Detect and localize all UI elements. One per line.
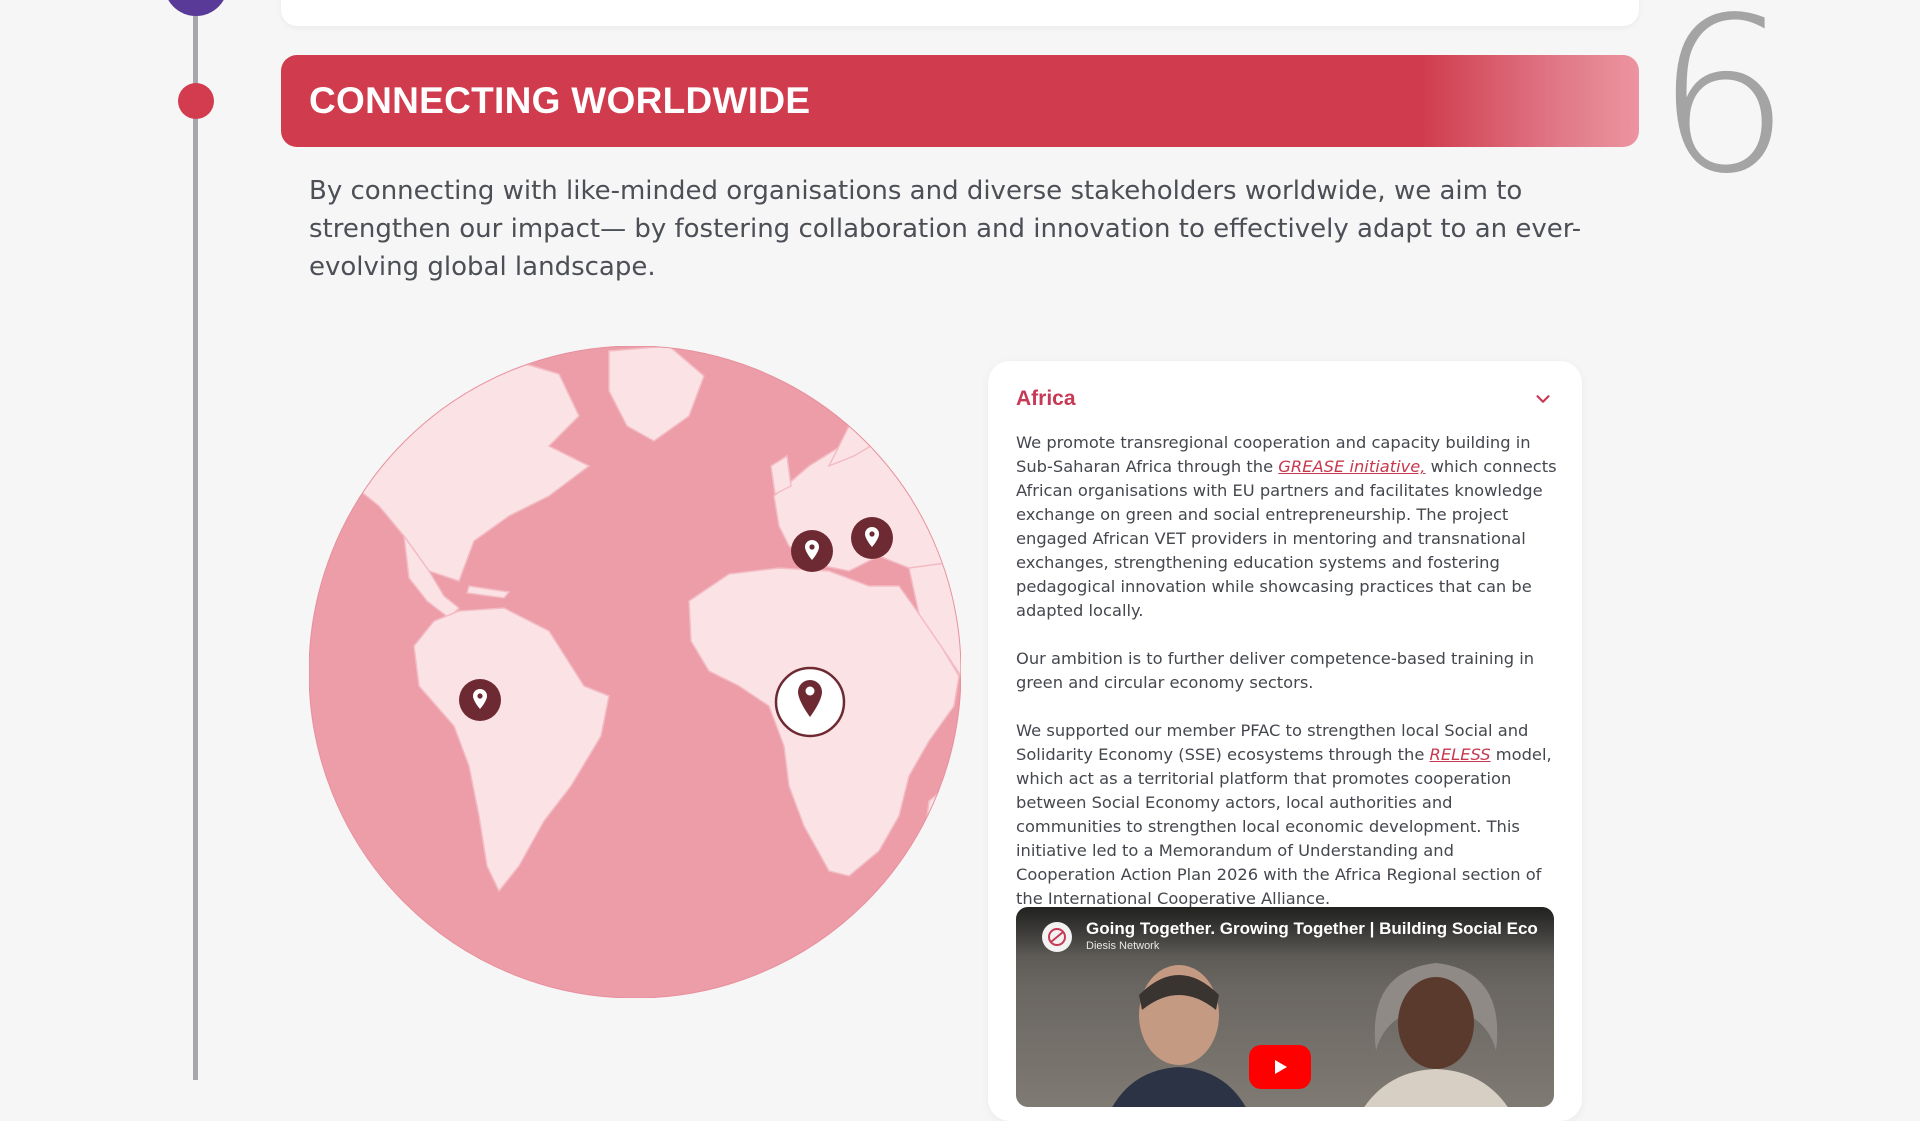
location-pin-icon [774,666,846,738]
map-pin-eastern-europe[interactable] [850,516,894,560]
play-icon [1275,1060,1287,1074]
embedded-video[interactable]: Going Together. Growing Together | Build… [1016,907,1554,1107]
world-map-globe [309,346,961,998]
grease-initiative-link[interactable]: GREASE initiative, [1278,457,1425,476]
map-pin-africa-active[interactable] [774,666,846,738]
section-header: CONNECTING WORLDWIDE [281,55,1639,147]
channel-logo[interactable] [1042,922,1072,952]
video-thumbnail-person-right [1364,963,1508,1107]
region-description: We promote transregional cooperation and… [1016,431,1558,935]
video-channel: Diesis Network [1086,940,1160,952]
section-number: 6 [1655,0,1792,221]
paragraph-ambition: Our ambition is to further deliver compe… [1016,649,1535,692]
reless-link[interactable]: RELESS [1430,745,1491,764]
timeline-marker-previous [164,0,228,16]
region-accordion-card: Africa We promote transregional cooperat… [988,361,1582,1121]
video-title[interactable]: Going Together. Growing Together | Build… [1086,919,1546,939]
chevron-down-icon[interactable] [1532,388,1554,410]
paragraph-grease: We promote transregional cooperation and… [1016,433,1557,620]
globe-svg [309,346,961,998]
location-pin-icon [851,517,893,559]
paragraph-reless: We supported our member PFAC to strength… [1016,721,1552,908]
section-intro: By connecting with like-minded organisat… [309,176,1582,282]
play-button[interactable] [1249,1045,1311,1089]
map-pin-western-europe[interactable] [790,529,834,573]
region-title: Africa [1016,387,1076,410]
diesis-logo-icon [1048,928,1066,946]
timeline-line [193,0,198,1080]
previous-section-card [281,0,1639,26]
timeline-marker-current [178,83,214,119]
video-thumbnail-person-left [1112,965,1246,1107]
location-pin-icon [459,679,501,721]
map-pin-south-america[interactable] [458,678,502,722]
location-pin-icon [791,530,833,572]
section-title: CONNECTING WORLDWIDE [309,80,811,121]
accordion-header-africa[interactable]: Africa [1016,383,1554,415]
